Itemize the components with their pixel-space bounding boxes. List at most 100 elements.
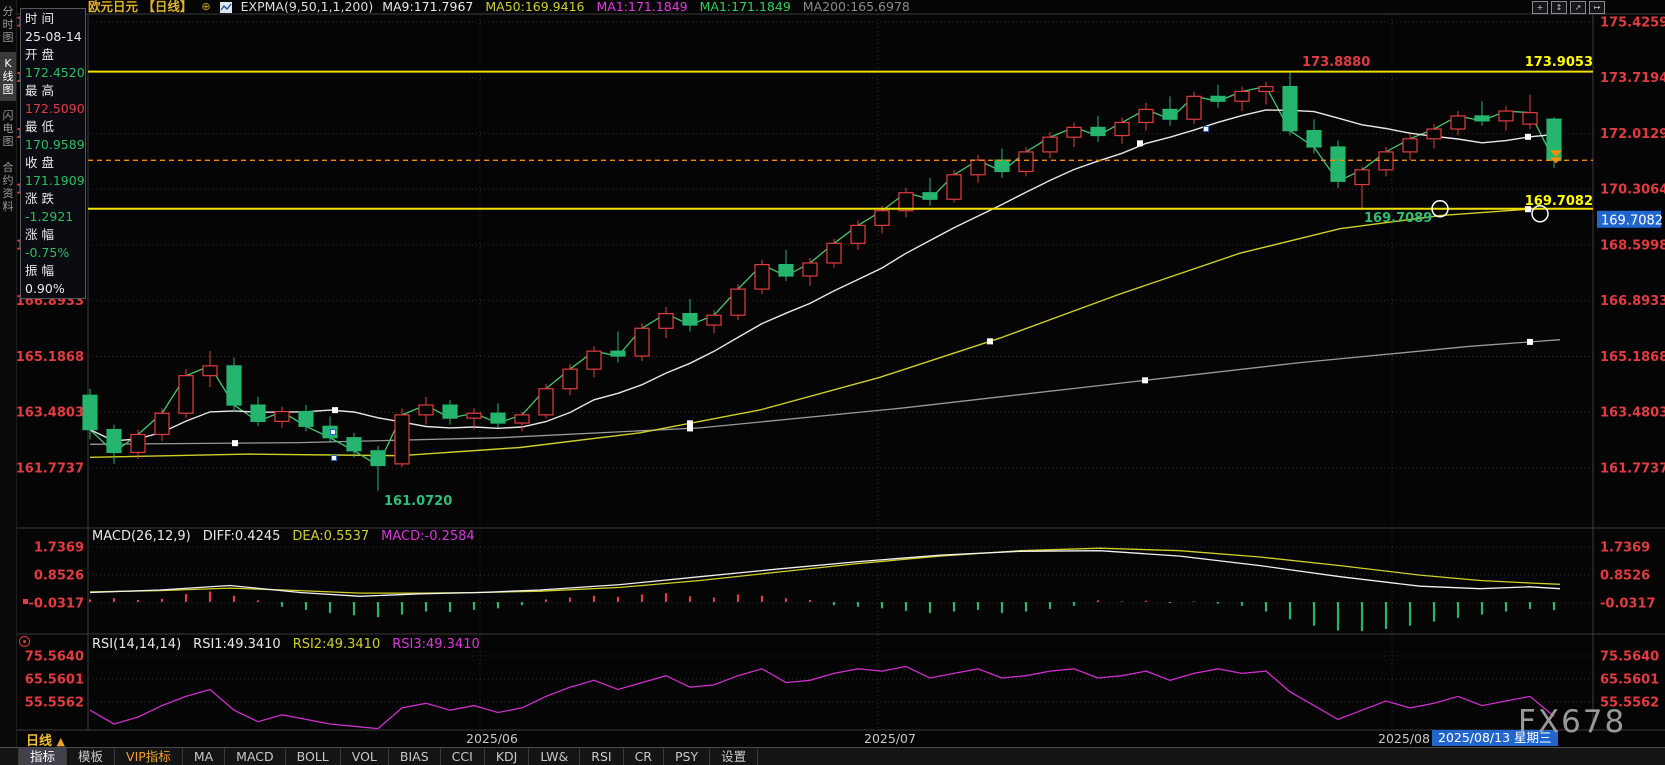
svg-text:161.0720: 161.0720 (384, 494, 452, 509)
toolbar-tab-LW&[interactable]: LW& (529, 748, 580, 765)
rsi-settings-icon[interactable] (19, 636, 30, 647)
svg-text:161.7737: 161.7737 (1600, 461, 1665, 476)
watermark: FX678 (1518, 704, 1626, 740)
rsi-title: RSI(14,14,14) (92, 637, 181, 652)
macd-marker-icon (23, 599, 28, 604)
chart-app: 173.8880 173.9053 161.0720 169.7089 169.7082… (0, 0, 1665, 765)
info-label: 最 高 (25, 82, 81, 100)
macd-dea-value: DEA:0.5537 (292, 529, 369, 544)
svg-text:163.4803: 163.4803 (16, 406, 84, 421)
svg-text:75.5640: 75.5640 (1600, 649, 1659, 664)
info-value: 172.5090 (25, 100, 81, 118)
time-axis: 日线 ▲ 2025/08/13 星期三 2025/062025/072025/0… (0, 730, 1665, 746)
toolbar-tab-CCI[interactable]: CCI (441, 748, 485, 765)
info-value: 171.1909 (25, 172, 81, 190)
svg-text:1.7369: 1.7369 (34, 541, 84, 556)
svg-text:165.1868: 165.1868 (1600, 350, 1665, 365)
toolbar-tab-BOLL[interactable]: BOLL (286, 748, 341, 765)
macd-title: MACD(26,12,9) (92, 529, 191, 544)
svg-text:169.7089: 169.7089 (1364, 211, 1432, 226)
svg-text:168.5998: 168.5998 (1600, 238, 1665, 253)
info-value: 0.90% (25, 280, 81, 298)
crosshair-tool-icon[interactable]: + (1532, 1, 1548, 14)
info-value: -0.75% (25, 244, 81, 262)
svg-text:0.8526: 0.8526 (1600, 569, 1650, 584)
rsi3-value: RSI3:49.3410 (392, 637, 480, 652)
toolbar-tab-设置[interactable]: 设置 (710, 748, 758, 765)
chart-toolbar-icons: +↕↗↦ (1532, 1, 1605, 14)
info-label: 振 幅 (25, 262, 81, 280)
ma-value: MA1:171.1849 (596, 0, 687, 14)
toolbar-tab-VOL[interactable]: VOL (341, 748, 389, 765)
svg-text:1.7369: 1.7369 (1600, 541, 1650, 556)
left-tab-strip: 分时图 K线图闪电图合约资料 (0, 0, 17, 765)
info-label: 收 盘 (25, 154, 81, 172)
rsi-header: RSI(14,14,14) RSI1:49.3410 RSI2:49.3410 … (92, 637, 480, 652)
toolbar-tab-MACD[interactable]: MACD (225, 748, 285, 765)
svg-text:170.3064: 170.3064 (1600, 183, 1665, 198)
rsi2-value: RSI2:49.3410 (293, 637, 381, 652)
indicator-toolbar: 指标模板VIP指标MAMACDBOLLVOLBIASCCIKDJLW&RSICR… (0, 747, 1665, 765)
exit-right-icon[interactable]: ↦ (1589, 1, 1605, 14)
axis-pan-icon[interactable]: ↗ (1570, 1, 1586, 14)
svg-text:-0.0317: -0.0317 (28, 597, 84, 612)
info-value: 172.4520 (25, 64, 81, 82)
svg-text:161.7737: 161.7737 (16, 461, 84, 476)
svg-text:169.7082: 169.7082 (1601, 213, 1663, 228)
svg-text:173.9053: 173.9053 (1525, 55, 1593, 70)
svg-text:55.5562: 55.5562 (25, 696, 84, 711)
toolbar-tab-BIAS[interactable]: BIAS (389, 748, 441, 765)
svg-text:175.4259: 175.4259 (1600, 16, 1665, 31)
sidebar-tab-time-chart[interactable]: 分时图 (0, 0, 16, 49)
info-label: 时 间 (25, 10, 81, 28)
axis-scale-icon[interactable]: ↕ (1551, 1, 1567, 14)
svg-text:65.5601: 65.5601 (25, 672, 84, 687)
toolbar-tab-KDJ[interactable]: KDJ (485, 748, 530, 765)
info-label: 涨 幅 (25, 226, 81, 244)
sidebar-tab-lightning-chart[interactable]: 闪电图 (0, 104, 16, 153)
sidebar-tab-contract-info[interactable]: 合约资料 (0, 156, 16, 218)
toolbar-tab-RSI[interactable]: RSI (580, 748, 623, 765)
toolbar-tab-MA[interactable]: MA (183, 748, 225, 765)
svg-text:163.4803: 163.4803 (1600, 406, 1665, 421)
add-indicator-icon[interactable]: ⊕ (201, 0, 210, 14)
toolbar-tab-指标[interactable]: 指标 (18, 748, 67, 765)
macd-header: MACD(26,12,9) DIFF:0.4245 DEA:0.5537 MAC… (92, 529, 475, 544)
svg-text:165.1868: 165.1868 (16, 350, 84, 365)
quote-info-panel: 时 间25-08-14开 盘172.4520最 高172.5090最 低170.… (20, 8, 86, 299)
toolbar-tab-VIP指标[interactable]: VIP指标 (115, 748, 183, 765)
info-label: 开 盘 (25, 46, 81, 64)
svg-text:173.7194: 173.7194 (1600, 71, 1665, 86)
ma-values: MA9:171.7967 MA50:169.9416 MA1:171.1849 MA1… (382, 0, 910, 14)
macd-diff-value: DIFF:0.4245 (203, 529, 281, 544)
info-value: 25-08-14 (25, 28, 81, 46)
chart-header: 欧元日元 【日线】 ⊕ EXPMA(9,50,1,1,200) MA9:171.… (88, 0, 910, 14)
svg-text:65.5601: 65.5601 (1600, 672, 1659, 687)
info-value: 170.9589 (25, 136, 81, 154)
info-label: 涨 跌 (25, 190, 81, 208)
ma-value: MA200:165.6978 (803, 0, 910, 14)
indicator-label: EXPMA(9,50,1,1,200) (241, 0, 374, 14)
sidebar-tab-kline-chart[interactable]: K线图 (0, 52, 16, 101)
rsi1-value: RSI1:49.3410 (193, 637, 281, 652)
month-label: 2025/06 (466, 731, 518, 746)
svg-text:173.8880: 173.8880 (1302, 55, 1370, 70)
indicator-icon (220, 2, 232, 13)
macd-macd-value: MACD:-0.2584 (381, 529, 475, 544)
svg-text:0.8526: 0.8526 (34, 569, 84, 584)
ma-value: MA1:171.1849 (700, 0, 791, 14)
toolbar-tab-PSY[interactable]: PSY (664, 748, 710, 765)
svg-text:166.8933: 166.8933 (1600, 294, 1665, 309)
ma-value: MA50:169.9416 (485, 0, 584, 14)
month-label: 2025/08 (1378, 731, 1430, 746)
toolbar-tab-模板[interactable]: 模板 (67, 748, 115, 765)
info-label: 最 低 (25, 118, 81, 136)
svg-text:75.5640: 75.5640 (25, 649, 84, 664)
ma-value: MA9:171.7967 (382, 0, 473, 14)
svg-text:169.7082: 169.7082 (1525, 194, 1593, 209)
info-value: -1.2921 (25, 208, 81, 226)
svg-text:-0.0317: -0.0317 (1600, 597, 1656, 612)
month-label: 2025/07 (864, 731, 916, 746)
toolbar-tab-CR[interactable]: CR (624, 748, 664, 765)
svg-text:172.0129: 172.0129 (1600, 127, 1665, 142)
